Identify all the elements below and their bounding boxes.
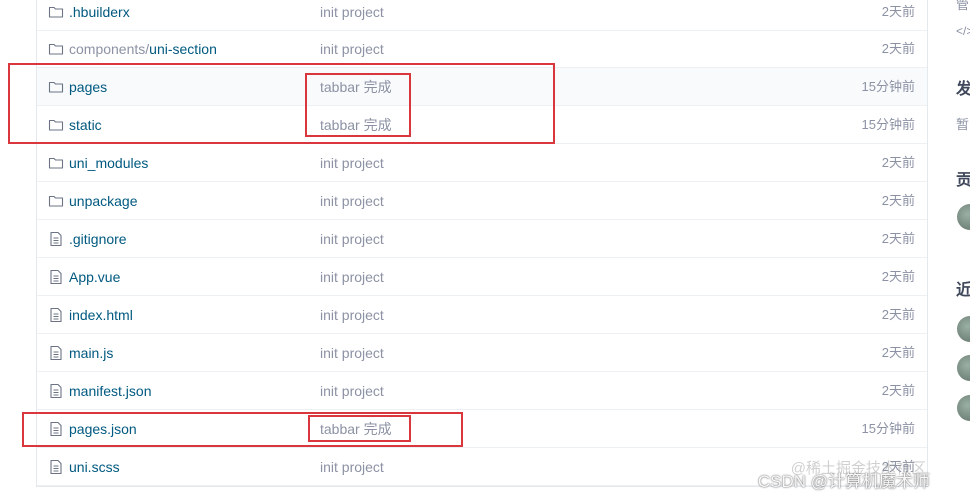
- folder-icon: [48, 41, 64, 57]
- commit-time: 15分钟前: [861, 117, 915, 132]
- commit-time: 2天前: [881, 307, 915, 322]
- commit-time: 15分钟前: [861, 79, 915, 94]
- folder-icon: [48, 117, 64, 133]
- file-name-link[interactable]: main.js: [69, 334, 113, 372]
- file-row[interactable]: pages.json tabbar 完成 15分钟前: [37, 410, 927, 448]
- commit-message-link[interactable]: init project: [320, 296, 384, 334]
- file-row[interactable]: App.vue init project 2天前: [37, 258, 927, 296]
- commit-message-link[interactable]: init project: [320, 448, 384, 486]
- watermark-csdn: CSDN @计算机魔术师: [757, 472, 930, 491]
- commit-message-link[interactable]: init project: [320, 258, 384, 296]
- commit-time: 2天前: [881, 345, 915, 360]
- avatar[interactable]: [957, 395, 970, 421]
- commit-message-link[interactable]: tabbar 完成: [320, 410, 392, 448]
- commit-message-link[interactable]: init project: [320, 30, 384, 68]
- file-name-link[interactable]: index.html: [69, 296, 133, 334]
- file-name-link[interactable]: pages.json: [69, 410, 137, 448]
- file-name-link[interactable]: unpackage: [69, 182, 138, 220]
- commit-time: 2天前: [881, 231, 915, 246]
- commit-message-link[interactable]: init project: [320, 220, 384, 258]
- file-row[interactable]: components/uni-section init project 2天前: [37, 30, 927, 68]
- file-row[interactable]: index.html init project 2天前: [37, 296, 927, 334]
- folder-icon: [48, 79, 64, 95]
- commit-message-link[interactable]: init project: [320, 0, 384, 31]
- recent-heading: 近: [956, 282, 970, 299]
- file-name-part: static: [69, 117, 102, 133]
- folder-icon: [48, 4, 64, 20]
- avatar[interactable]: [957, 316, 970, 342]
- folder-icon: [48, 155, 64, 171]
- file-row[interactable]: .gitignore init project 2天前: [37, 220, 927, 258]
- code-icon[interactable]: </>: [956, 24, 970, 38]
- file-icon: [48, 421, 64, 437]
- file-row[interactable]: uni_modules init project 2天前: [37, 144, 927, 182]
- file-name-link[interactable]: components/uni-section: [69, 30, 217, 68]
- commit-time: 2天前: [881, 41, 915, 56]
- repo-file-browser: .hbuilderx init project 2天前 components/uni-…: [0, 0, 970, 502]
- file-name-link[interactable]: App.vue: [69, 258, 120, 296]
- commit-message-link[interactable]: init project: [320, 144, 384, 182]
- file-name-part: .gitignore: [69, 231, 127, 247]
- file-name-part: pages.json: [69, 421, 137, 437]
- right-sidebar: 管 </> 发 暂 贡 近: [944, 0, 970, 502]
- file-name-link[interactable]: .hbuilderx: [69, 0, 130, 31]
- commit-time: 15分钟前: [861, 421, 915, 436]
- commit-message-link[interactable]: tabbar 完成: [320, 106, 392, 144]
- file-row[interactable]: pages tabbar 完成 15分钟前: [37, 68, 927, 106]
- file-name-part: unpackage: [69, 193, 138, 209]
- file-icon: [48, 269, 64, 285]
- file-name-part: uni_modules: [69, 155, 149, 171]
- file-name-part: .hbuilderx: [69, 4, 130, 20]
- file-name-part: App.vue: [69, 269, 121, 285]
- contributors-heading: 贡: [956, 172, 970, 189]
- file-name-part: uni-section: [149, 41, 217, 57]
- file-icon: [48, 345, 64, 361]
- file-name-part: index.html: [69, 307, 133, 323]
- file-name-link[interactable]: manifest.json: [69, 372, 151, 410]
- file-row[interactable]: .hbuilderx init project 2天前: [37, 0, 927, 31]
- commit-time: 2天前: [881, 193, 915, 208]
- file-name-link[interactable]: uni_modules: [69, 144, 148, 182]
- file-list: .hbuilderx init project 2天前 components/uni-…: [36, 0, 928, 487]
- file-name-part: manifest.json: [69, 383, 152, 399]
- folder-icon: [48, 193, 64, 209]
- avatar[interactable]: [957, 355, 970, 381]
- commit-message-link[interactable]: init project: [320, 372, 384, 410]
- file-row[interactable]: static tabbar 完成 15分钟前: [37, 106, 927, 144]
- commit-time: 2天前: [881, 383, 915, 398]
- file-name-part: pages: [69, 79, 108, 95]
- file-name-link[interactable]: uni.scss: [69, 448, 120, 486]
- commit-time: 2天前: [881, 155, 915, 170]
- file-name-part: main.js: [69, 345, 114, 361]
- release-heading: 发: [956, 81, 970, 98]
- file-icon: [48, 307, 64, 323]
- file-name-part: uni.scss: [69, 459, 120, 475]
- file-row[interactable]: unpackage init project 2天前: [37, 182, 927, 220]
- commit-message-link[interactable]: init project: [320, 182, 384, 220]
- file-name-link[interactable]: static: [69, 106, 102, 144]
- file-icon: [48, 231, 64, 247]
- file-name-part: components/: [69, 41, 150, 57]
- commit-message-link[interactable]: tabbar 完成: [320, 68, 392, 106]
- file-row[interactable]: manifest.json init project 2天前: [37, 372, 927, 410]
- file-icon: [48, 459, 64, 475]
- file-icon: [48, 383, 64, 399]
- file-name-link[interactable]: pages: [69, 68, 107, 106]
- file-name-link[interactable]: .gitignore: [69, 220, 127, 258]
- commit-message-link[interactable]: init project: [320, 334, 384, 372]
- sidebar-top-text: 管: [956, 0, 970, 12]
- commit-time: 2天前: [881, 269, 915, 284]
- file-row[interactable]: main.js init project 2天前: [37, 334, 927, 372]
- release-note: 暂: [956, 117, 970, 132]
- avatar[interactable]: [957, 204, 970, 230]
- commit-time: 2天前: [881, 4, 915, 19]
